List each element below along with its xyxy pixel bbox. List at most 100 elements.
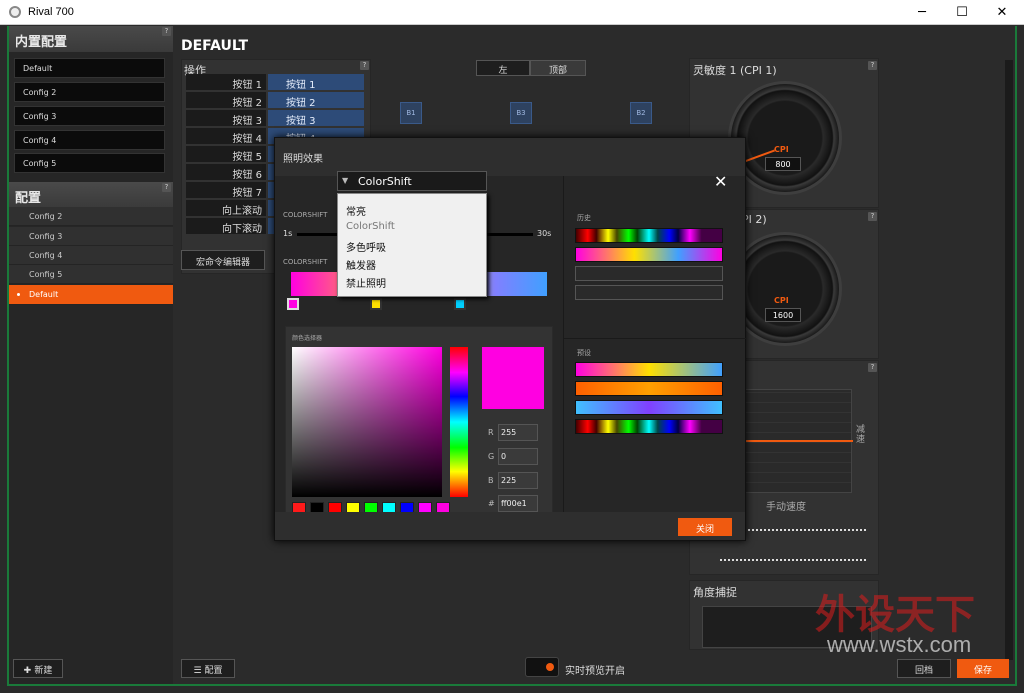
action-assignment[interactable]: 按钮 3 bbox=[268, 110, 364, 127]
dialog-footer bbox=[275, 512, 745, 540]
close-icon[interactable]: ✕ bbox=[714, 172, 727, 191]
maximize-button[interactable]: ☐ bbox=[942, 0, 982, 25]
builtin-config-item[interactable]: Config 4 bbox=[14, 130, 165, 150]
config-button[interactable]: ☰ 配置 bbox=[181, 659, 235, 678]
divider bbox=[563, 176, 564, 512]
menu-item-trigger[interactable]: 触发器 bbox=[338, 254, 488, 272]
builtin-config-item[interactable]: Config 5 bbox=[14, 153, 165, 173]
action-button-name: 按钮 2 bbox=[186, 92, 266, 109]
help-icon[interactable]: ? bbox=[868, 212, 877, 221]
hex-input[interactable]: ff00e1 bbox=[498, 495, 538, 512]
action-button-name: 按钮 3 bbox=[186, 110, 266, 127]
live-preview-toggle[interactable] bbox=[525, 657, 559, 677]
help-icon[interactable]: ? bbox=[162, 27, 171, 36]
gradient-stop-cyan[interactable] bbox=[454, 298, 466, 310]
speed-section-label: COLORSHIFT bbox=[283, 211, 328, 219]
button-b2-marker[interactable]: B2 bbox=[630, 102, 652, 124]
effect-dropdown[interactable]: ▼ ColorShift bbox=[337, 171, 487, 191]
preset-swatch[interactable] bbox=[575, 381, 723, 396]
help-icon[interactable]: ? bbox=[868, 363, 877, 372]
button-b3-marker[interactable]: B3 bbox=[510, 102, 532, 124]
g-input[interactable]: 0 bbox=[498, 448, 538, 465]
active-indicator-icon bbox=[15, 291, 22, 298]
lighting-dialog: 照明效果 ▼ ColorShift ✕ COLORSHIFT 1s 30s CO… bbox=[274, 137, 747, 541]
new-button-label: 新建 bbox=[34, 666, 53, 676]
profile-item[interactable]: Config 4 bbox=[9, 246, 173, 265]
help-icon[interactable]: ? bbox=[360, 61, 369, 70]
history-swatch[interactable] bbox=[575, 247, 723, 262]
profile-item-active[interactable]: Default bbox=[9, 285, 173, 305]
menu-item-colorshift[interactable]: ColorShift bbox=[338, 218, 488, 236]
hue-slider[interactable] bbox=[450, 347, 468, 497]
y-axis-label: 减速 bbox=[856, 425, 866, 445]
history-swatch-empty[interactable] bbox=[575, 266, 723, 281]
profile-item[interactable]: Config 2 bbox=[9, 207, 173, 226]
action-button-name: 按钮 7 bbox=[186, 182, 266, 199]
plus-icon: ✚ bbox=[23, 666, 35, 676]
action-assignment[interactable]: 按钮 1 bbox=[268, 74, 364, 91]
acceleration-curve bbox=[743, 440, 853, 442]
close-window-button[interactable]: ✕ bbox=[982, 0, 1022, 25]
profiles-title: 配置 bbox=[15, 191, 42, 206]
selected-color-preview bbox=[482, 347, 544, 409]
chevron-down-icon: ▼ bbox=[342, 176, 349, 185]
tab-left-view[interactable]: 左 bbox=[476, 60, 530, 76]
history-swatch[interactable] bbox=[575, 228, 723, 243]
help-icon[interactable]: ? bbox=[868, 61, 877, 70]
action-assignment[interactable]: 按钮 2 bbox=[268, 92, 364, 109]
color-picker-title: 颜色选择器 bbox=[292, 335, 323, 342]
menu-item-steady[interactable]: 常亮 bbox=[338, 200, 488, 218]
color-picker-panel: 颜色选择器 R 255 G 0 B 225 # ff00e1 bbox=[285, 326, 553, 524]
help-icon[interactable]: ? bbox=[162, 183, 171, 192]
builtin-config-item[interactable]: Config 2 bbox=[14, 82, 165, 102]
builtin-config-item[interactable]: Config 3 bbox=[14, 106, 165, 126]
gradient-stop-magenta[interactable] bbox=[287, 298, 299, 310]
tab-top-view[interactable]: 顶部 bbox=[530, 60, 586, 76]
save-button[interactable]: 保存 bbox=[957, 659, 1009, 678]
menu-item-multi-breath[interactable]: 多色呼吸 bbox=[338, 236, 488, 254]
minimize-button[interactable]: ─ bbox=[902, 0, 942, 25]
presets-label: 预设 bbox=[577, 349, 591, 357]
scrollbar[interactable] bbox=[1005, 60, 1013, 660]
b-label: B bbox=[488, 476, 494, 485]
toggle-indicator-icon bbox=[546, 663, 554, 671]
cpi1-unit: CPI bbox=[774, 145, 789, 154]
profile-item[interactable]: Config 3 bbox=[9, 227, 173, 246]
acceleration-graph[interactable] bbox=[742, 389, 853, 493]
builtin-config-item[interactable]: Default bbox=[14, 58, 165, 78]
list-icon: ☰ bbox=[193, 666, 205, 676]
effect-menu: 常亮 ColorShift 多色呼吸 触发器 禁止照明 bbox=[337, 193, 487, 297]
angle-snap-title: 角度捕捉 bbox=[693, 586, 737, 599]
menu-item-disable[interactable]: 禁止照明 bbox=[338, 272, 488, 290]
profile-item[interactable]: Config 5 bbox=[9, 265, 173, 284]
new-profile-button[interactable]: ✚ 新建 bbox=[13, 659, 63, 678]
window-title: Rival 700 bbox=[28, 6, 74, 18]
left-sidebar: 内置配置 ? Default Config 2 Config 3 Config … bbox=[9, 26, 173, 684]
watermark-url: www.wstx.com bbox=[827, 632, 972, 657]
accel-slider-2[interactable] bbox=[720, 559, 866, 561]
preset-swatch[interactable] bbox=[575, 400, 723, 415]
effect-selected: ColorShift bbox=[358, 175, 412, 188]
preset-swatch[interactable] bbox=[575, 419, 723, 434]
button-b1-marker[interactable]: B1 bbox=[400, 102, 422, 124]
saturation-value-field[interactable] bbox=[292, 347, 442, 497]
b-input[interactable]: 225 bbox=[498, 472, 538, 489]
preset-swatch[interactable] bbox=[575, 362, 723, 377]
g-label: G bbox=[488, 452, 495, 461]
action-button-name: 按钮 4 bbox=[186, 128, 266, 145]
macro-editor-button[interactable]: 宏命令编辑器 bbox=[181, 250, 265, 270]
live-preview-label: 实时预览开启 bbox=[565, 666, 625, 677]
config-button-label: 配置 bbox=[204, 666, 223, 676]
history-swatch-empty[interactable] bbox=[575, 285, 723, 300]
revert-button[interactable]: 回档 bbox=[897, 659, 951, 678]
history-label: 历史 bbox=[577, 214, 591, 222]
r-input[interactable]: 255 bbox=[498, 424, 538, 441]
cpi1-value[interactable]: 800 bbox=[765, 157, 801, 171]
window-titlebar: Rival 700 ─ ☐ ✕ bbox=[0, 0, 1024, 25]
hex-label: # bbox=[488, 499, 495, 508]
gradient-stop-yellow[interactable] bbox=[370, 298, 382, 310]
dialog-close-button[interactable]: 关闭 bbox=[678, 518, 732, 536]
cpi2-value[interactable]: 1600 bbox=[765, 308, 801, 322]
x-axis-label: 手动速度 bbox=[766, 502, 806, 513]
history-list bbox=[575, 228, 725, 308]
